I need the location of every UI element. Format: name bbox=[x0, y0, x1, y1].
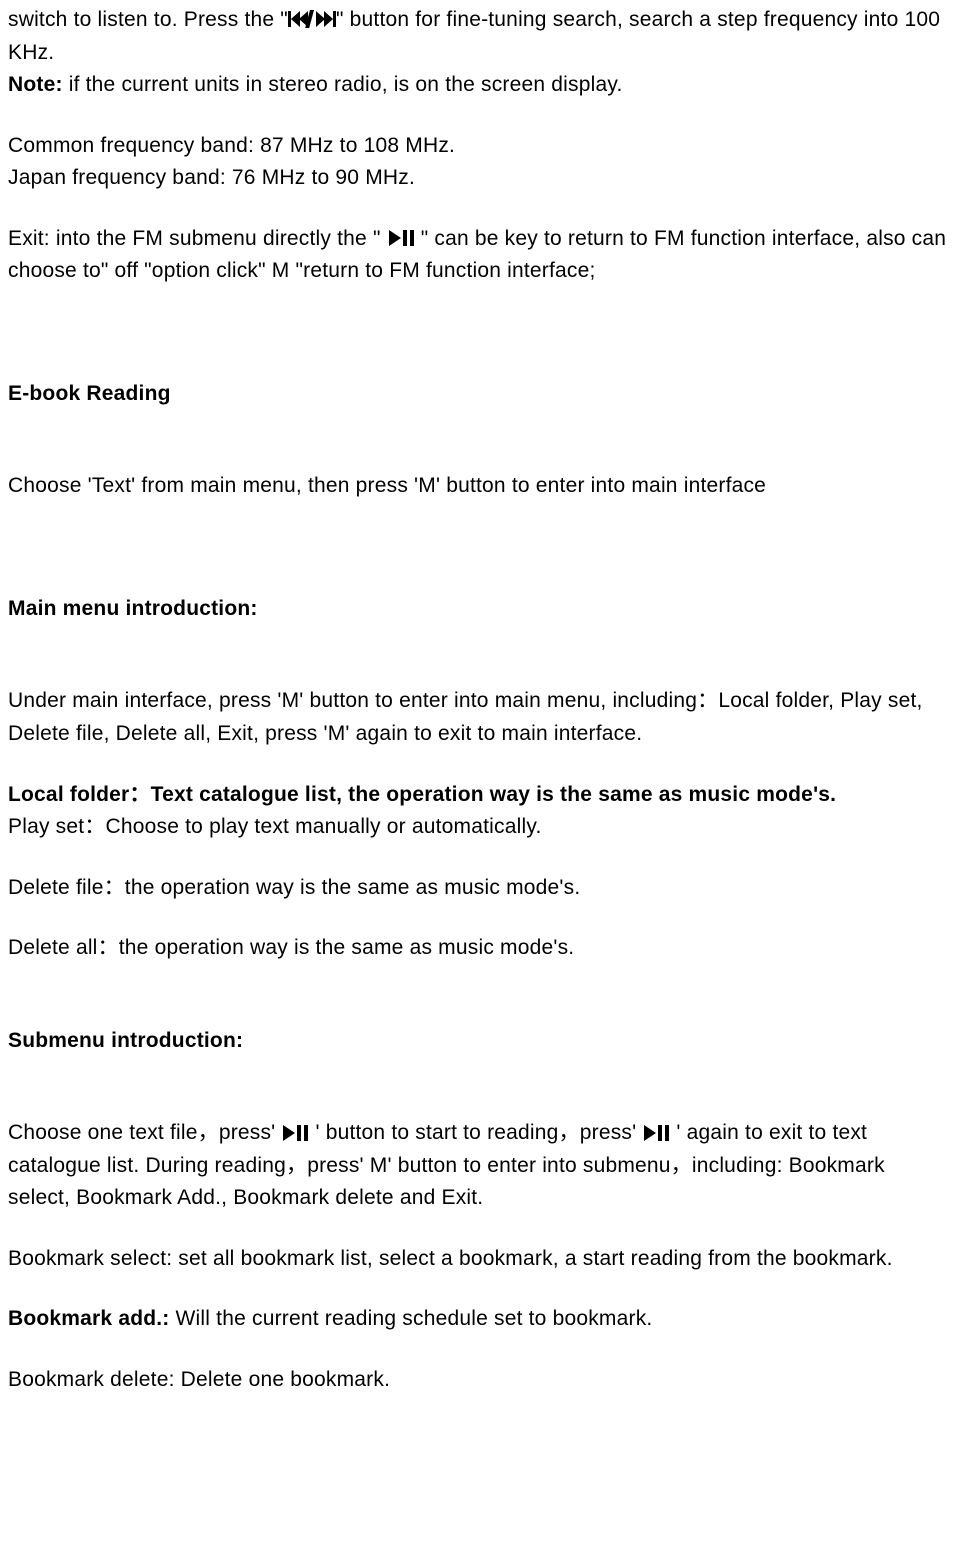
text: ' button to start to reading，press' bbox=[309, 1121, 642, 1144]
paragraph-fine-tuning: switch to listen to. Press the " " butto… bbox=[8, 4, 952, 69]
note-label: Note: bbox=[8, 73, 63, 96]
paragraph-japan-band: Japan frequency band: 76 MHz to 90 MHz. bbox=[8, 162, 952, 195]
text: switch to listen to. Press the " bbox=[8, 8, 288, 31]
paragraph-note: Note: if the current units in stereo rad… bbox=[8, 69, 952, 102]
text: if the current units in stereo radio, is… bbox=[63, 73, 623, 96]
heading-ebook-reading: E-book Reading bbox=[8, 378, 952, 411]
paragraph-bookmark-delete: Bookmark delete: Delete one bookmark. bbox=[8, 1364, 952, 1397]
document-page: switch to listen to. Press the " " butto… bbox=[0, 0, 960, 1405]
text: Will the current reading schedule set to… bbox=[170, 1307, 653, 1330]
paragraph-bookmark-select: Bookmark select: set all bookmark list, … bbox=[8, 1243, 952, 1276]
heading-main-menu: Main menu introduction: bbox=[8, 593, 952, 626]
prev-next-icon bbox=[288, 10, 336, 28]
paragraph-main-menu-items: Under main interface, press 'M' button t… bbox=[8, 685, 952, 750]
paragraph-ebook-intro: Choose 'Text' from main menu, then press… bbox=[8, 470, 952, 503]
paragraph-bookmark-add: Bookmark add.: Will the current reading … bbox=[8, 1303, 952, 1336]
paragraph-common-band: Common frequency band: 87 MHz to 108 MHz… bbox=[8, 130, 952, 163]
text: Exit: into the FM submenu directly the " bbox=[8, 227, 387, 250]
play-pause-icon bbox=[281, 1124, 309, 1142]
paragraph-local-folder: Local folder：Text catalogue list, the op… bbox=[8, 779, 952, 812]
paragraph-delete-file: Delete file：the operation way is the sam… bbox=[8, 872, 952, 905]
bookmark-add-label: Bookmark add.: bbox=[8, 1307, 170, 1330]
paragraph-delete-all: Delete all：the operation way is the same… bbox=[8, 932, 952, 965]
paragraph-submenu-body: Choose one text file，press' ' button to … bbox=[8, 1117, 952, 1215]
text: Under main interface, press 'M' button t… bbox=[8, 689, 718, 712]
play-pause-icon bbox=[387, 229, 415, 247]
play-pause-icon bbox=[642, 1124, 670, 1142]
paragraph-play-set: Play set：Choose to play text manually or… bbox=[8, 811, 952, 844]
paragraph-exit: Exit: into the FM submenu directly the "… bbox=[8, 223, 952, 288]
text: Choose one text file，press' bbox=[8, 1121, 281, 1144]
heading-submenu: Submenu introduction: bbox=[8, 1025, 952, 1058]
